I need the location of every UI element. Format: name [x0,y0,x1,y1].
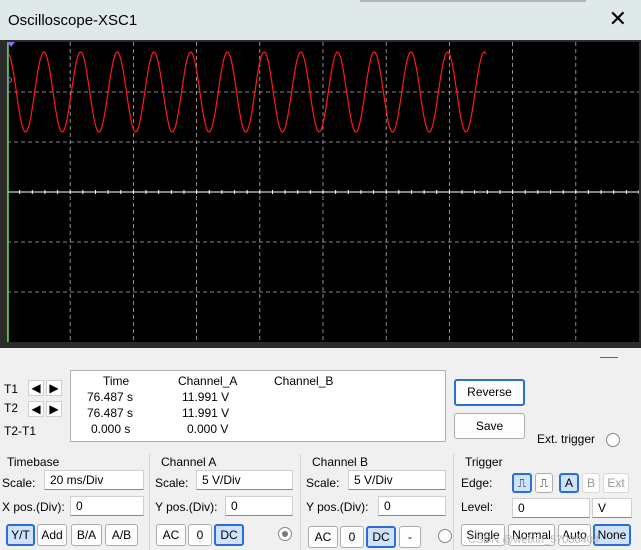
x-pos-field[interactable]: 0 [70,496,144,516]
title-bar: Oscilloscope-XSC1 ✕ [0,0,641,40]
close-icon[interactable]: ✕ [609,8,627,30]
channel-a-zero-button[interactable]: 0 [188,524,212,546]
time-header: Time [103,374,130,388]
ext-trigger-radio[interactable] [606,433,620,447]
channel-b-y-pos-label: Y pos.(Div): [306,500,369,514]
channel-b-ac-button[interactable]: AC [308,526,338,548]
panel-splitter[interactable] [0,350,641,366]
channel-a-ac-button[interactable]: AC [156,524,186,546]
t2-t1-time: 0.000 s [91,422,131,436]
channel-b-radio[interactable] [438,529,452,543]
t2-t1-label: T2-T1 [4,424,37,438]
yt-mode-button[interactable]: Y/T [6,524,35,546]
channel-b-minus-button[interactable]: - [399,526,421,548]
falling-edge-icon[interactable]: ⎍ [535,473,553,493]
trigger-title: Trigger [465,455,503,469]
timebase-scale-label: Scale: [2,476,36,490]
timebase-group: Timebase Scale: 20 ms/Div X pos.(Div): 0… [0,454,150,550]
cursor-controls: T1 ◀ ▶ T2 ◀ ▶ T2-T1 [0,370,70,442]
channel-a-title: Channel A [161,455,217,469]
trigger-level-field[interactable]: 0 [512,498,590,518]
window-title: Oscilloscope-XSC1 [8,12,138,29]
t2-left-arrow-icon[interactable]: ◀ [28,401,44,417]
trigger-source-b-button[interactable]: B [582,473,600,493]
channel-a-scale-label: Scale: [155,476,189,490]
scope-display [7,42,639,342]
splitter-grip[interactable] [600,357,618,358]
channel-b-scale-field[interactable]: 5 V/Div [348,470,446,490]
watermark: CSDN @weixin_57086404 [468,534,600,546]
channel-b-scale-label: Scale: [306,476,340,490]
timebase-scale-field[interactable]: 20 ms/Div [44,470,144,490]
title-bar-divider [360,0,586,2]
channel-a-header: Channel_A [178,374,238,388]
t1-right-arrow-icon[interactable]: ▶ [46,380,62,396]
channel-a-y-pos-label: Y pos.(Div): [155,500,218,514]
t2-time: 76.487 s [87,406,134,420]
ab-mode-button[interactable]: A/B [105,524,138,546]
channel-b-dc-button[interactable]: DC [366,526,396,548]
channel-a-group: Channel A Scale: 5 V/Div Y pos.(Div): 0 … [153,454,301,550]
level-label: Level: [461,500,494,514]
t2-label: T2 [4,401,19,415]
reverse-button[interactable]: Reverse [454,379,525,406]
save-button[interactable]: Save [454,413,525,439]
oscilloscope-screen[interactable] [7,42,639,342]
t1-label: T1 [4,382,19,396]
trigger-source-ext-button[interactable]: Ext [603,473,629,493]
channel-a-dc-button[interactable]: DC [214,524,244,546]
t1-left-arrow-icon[interactable]: ◀ [28,380,44,396]
trigger-level-unit[interactable]: V [592,498,632,518]
channel-b-title: Channel B [312,455,369,469]
measurement-table: Time Channel_A Channel_B 76.487 s 11.991… [70,370,446,442]
ext-trigger-label: Ext. trigger [537,432,596,446]
rising-edge-icon[interactable]: ⎍ [512,473,532,493]
t2-t1-channel-a: 0.000 V [187,422,229,436]
t2-right-arrow-icon[interactable]: ▶ [46,401,62,417]
t1-channel-a: 11.991 V [182,390,230,404]
oscilloscope-window: Oscilloscope-XSC1 ✕ T1 ◀ ▶ T2 ◀ ▶ T2-T1 … [0,0,641,550]
channel-b-header: Channel_B [274,374,334,388]
channel-b-group: Channel B Scale: 5 V/Div Y pos.(Div): 0 … [304,454,454,550]
channel-a-radio[interactable] [278,527,292,541]
channel-a-scale-field[interactable]: 5 V/Div [196,470,293,490]
trigger-source-a-button[interactable]: A [559,473,579,493]
channel-b-y-pos-field[interactable]: 0 [378,496,446,516]
t2-channel-a: 11.991 V [182,406,230,420]
add-mode-button[interactable]: Add [37,524,67,546]
channel-a-y-pos-field[interactable]: 0 [225,496,293,516]
timebase-title: Timebase [7,455,60,469]
edge-label: Edge: [461,476,493,490]
ba-mode-button[interactable]: B/A [71,524,102,546]
x-pos-label: X pos.(Div): [2,500,65,514]
t1-time: 76.487 s [87,390,134,404]
channel-b-zero-button[interactable]: 0 [340,526,364,548]
